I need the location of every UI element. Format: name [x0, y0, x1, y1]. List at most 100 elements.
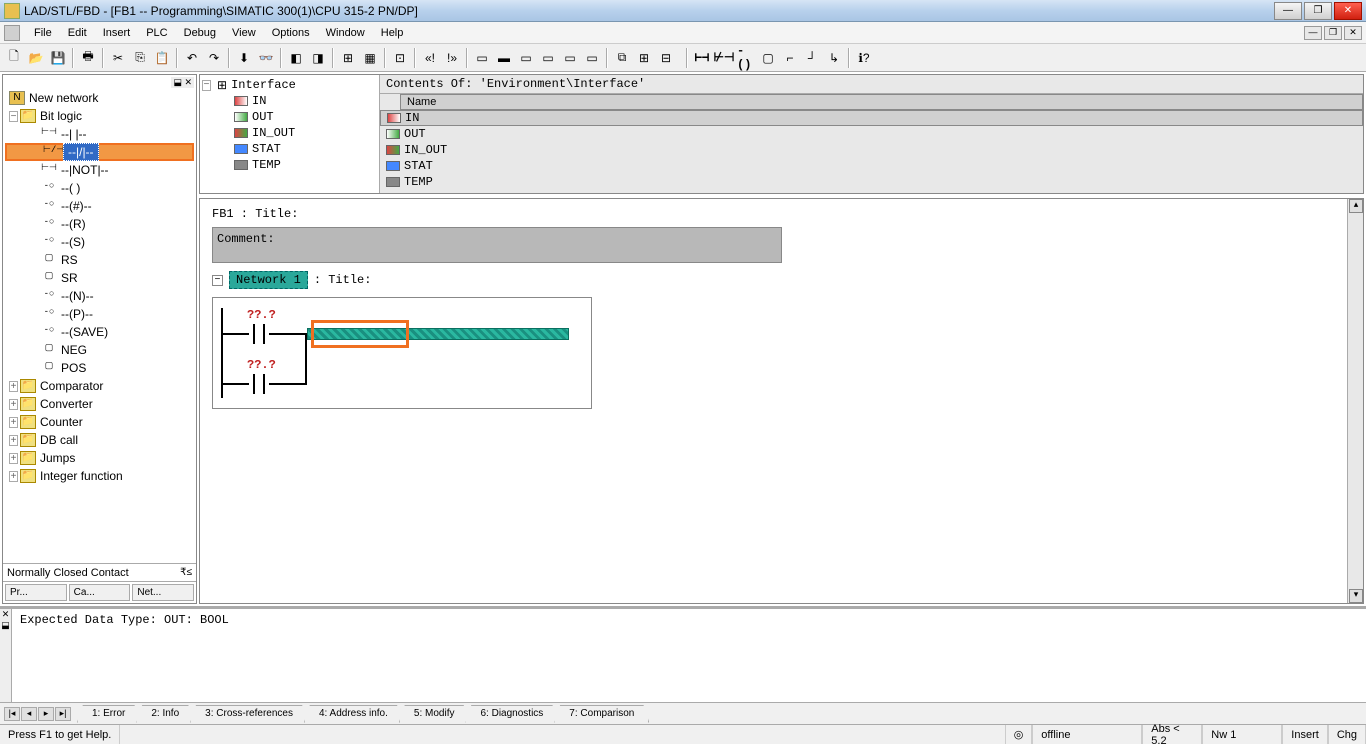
tree-item[interactable]: -○--(SAVE) — [5, 323, 194, 341]
cut-icon[interactable]: ✂ — [108, 48, 128, 68]
copy-icon[interactable]: ⎘ — [130, 48, 150, 68]
expand-icon[interactable]: + — [9, 435, 18, 446]
iface-out[interactable]: OUT — [202, 109, 377, 125]
block-icon[interactable]: ▦ — [360, 48, 380, 68]
iface-col-name[interactable]: Name — [400, 94, 1363, 110]
menu-insert[interactable]: Insert — [95, 24, 139, 42]
tab-info[interactable]: 2: Info — [136, 705, 194, 723]
tab-modify[interactable]: 5: Modify — [399, 705, 470, 723]
expand-icon[interactable]: + — [9, 399, 18, 410]
tree-item[interactable]: ▢RS — [5, 251, 194, 269]
tab-program[interactable]: Pr... — [5, 584, 67, 601]
branch-close-icon[interactable]: ┘ — [802, 48, 822, 68]
next-error-icon[interactable]: !» — [442, 48, 462, 68]
tab-error[interactable]: 1: Error — [77, 705, 140, 723]
tree-new-network[interactable]: NNew network — [5, 89, 194, 107]
minimize-button[interactable]: — — [1274, 2, 1302, 20]
tree-folder[interactable]: +📁Integer function — [5, 467, 194, 485]
menu-view[interactable]: View — [224, 24, 264, 42]
ladder-editor[interactable]: ▴ ▾ FB1 : Title: Comment: − Network 1 : … — [199, 198, 1364, 604]
redo-icon[interactable]: ↷ — [204, 48, 224, 68]
iface-list-in[interactable]: IN — [380, 110, 1363, 126]
tab-comparison[interactable]: 7: Comparison — [554, 705, 649, 723]
iface-in[interactable]: IN — [202, 93, 377, 109]
grid-icon[interactable]: ⊟ — [656, 48, 676, 68]
contact-1[interactable] — [249, 324, 269, 344]
tab-address[interactable]: 4: Address info. — [304, 705, 403, 723]
tree-bit-logic[interactable]: −📁Bit logic — [5, 107, 194, 125]
tab-network[interactable]: Net... — [132, 584, 194, 601]
paste-icon[interactable]: 📋 — [152, 48, 172, 68]
network-label[interactable]: Network 1 — [229, 271, 308, 289]
ladder-diagram[interactable]: ??.? ??.? — [212, 297, 592, 409]
tree-item[interactable]: -○--( ) — [5, 179, 194, 197]
overview-icon[interactable]: ⧉ — [612, 48, 632, 68]
iface-stat[interactable]: STAT — [202, 141, 377, 157]
tree-item[interactable]: ▢NEG — [5, 341, 194, 359]
detail-icon[interactable]: ⊞ — [634, 48, 654, 68]
view-stl-icon[interactable]: ▬ — [494, 48, 514, 68]
iface-root[interactable]: −⊞Interface — [202, 77, 377, 93]
network-collapse-icon[interactable]: − — [212, 275, 223, 286]
help-icon[interactable]: ℹ? — [854, 48, 874, 68]
comment-box[interactable]: Comment: — [212, 227, 782, 263]
expand-icon[interactable]: + — [9, 453, 18, 464]
view5-icon[interactable]: ▭ — [560, 48, 580, 68]
tab-last-icon[interactable]: ▸| — [55, 707, 71, 721]
tree-folder[interactable]: +📁Converter — [5, 395, 194, 413]
menu-help[interactable]: Help — [373, 24, 412, 42]
panel-close-icon[interactable]: ⬓ ✕ — [171, 77, 194, 88]
new-icon[interactable]: 🗋 — [4, 48, 24, 68]
tree-item-selected[interactable]: ⊢/⊣--|/|-- — [5, 143, 194, 161]
output-close-icon[interactable]: ✕⬓ — [0, 609, 12, 702]
tree-item[interactable]: ▢SR — [5, 269, 194, 287]
menu-plc[interactable]: PLC — [138, 24, 175, 42]
save-icon[interactable]: 💾 — [48, 48, 68, 68]
tab-call[interactable]: Ca... — [69, 584, 131, 601]
catalog-icon[interactable]: ⊞ — [338, 48, 358, 68]
contact-2[interactable] — [249, 374, 269, 394]
tab-prev-icon[interactable]: ◂ — [21, 707, 37, 721]
download-icon[interactable]: ⬇ — [234, 48, 254, 68]
network-title[interactable]: : Title: — [314, 273, 372, 287]
close-button[interactable]: ✕ — [1334, 2, 1362, 20]
tree-item[interactable]: -○--(N)-- — [5, 287, 194, 305]
tree-folder[interactable]: +📁Counter — [5, 413, 194, 431]
branch-open-icon[interactable]: ⌐ — [780, 48, 800, 68]
mdi-close-button[interactable]: ✕ — [1344, 26, 1362, 40]
tree-item[interactable]: -○--(R) — [5, 215, 194, 233]
operand-1[interactable]: ??.? — [247, 308, 276, 322]
collapse-icon[interactable]: − — [9, 111, 18, 122]
goto-icon[interactable]: ◨ — [308, 48, 328, 68]
tree-folder[interactable]: +📁Comparator — [5, 377, 194, 395]
connect-icon[interactable]: ↳ — [824, 48, 844, 68]
view-lad-icon[interactable]: ▭ — [472, 48, 492, 68]
menu-options[interactable]: Options — [264, 24, 318, 42]
scrollbar-v[interactable]: ▴ ▾ — [1347, 199, 1363, 603]
box-icon[interactable]: ▢ — [758, 48, 778, 68]
menu-debug[interactable]: Debug — [176, 24, 224, 42]
iface-list[interactable]: IN OUT IN_OUT STAT TEMP — [380, 110, 1363, 193]
network-icon[interactable]: ⊡ — [390, 48, 410, 68]
coil-icon[interactable]: -() — [736, 48, 756, 68]
mdi-minimize-button[interactable]: — — [1304, 26, 1322, 40]
nc-contact-icon[interactable]: ⊬⊣ — [714, 48, 734, 68]
instruction-tree[interactable]: NNew network −📁Bit logic ⊢⊣--| |-- ⊢/⊣--… — [3, 75, 196, 563]
operand-2[interactable]: ??.? — [247, 358, 276, 372]
print-icon[interactable]: 🖶 — [78, 48, 98, 68]
view6-icon[interactable]: ▭ — [582, 48, 602, 68]
tree-item[interactable]: -○--(#)-- — [5, 197, 194, 215]
hint-dropdown-icon[interactable]: ₹≤ — [180, 567, 192, 578]
scroll-up-icon[interactable]: ▴ — [1349, 199, 1363, 213]
reference-icon[interactable]: ◧ — [286, 48, 306, 68]
view-fbd-icon[interactable]: ▭ — [516, 48, 536, 68]
iface-list-out[interactable]: OUT — [380, 126, 1363, 142]
fb-title[interactable]: FB1 : Title: — [212, 207, 1351, 221]
scroll-down-icon[interactable]: ▾ — [1349, 589, 1363, 603]
tree-folder[interactable]: +📁DB call — [5, 431, 194, 449]
tree-folder[interactable]: +📁Jumps — [5, 449, 194, 467]
menu-edit[interactable]: Edit — [60, 24, 95, 42]
undo-icon[interactable]: ↶ — [182, 48, 202, 68]
iface-list-inout[interactable]: IN_OUT — [380, 142, 1363, 158]
interface-tree[interactable]: −⊞Interface IN OUT IN_OUT STAT TEMP — [200, 75, 380, 193]
